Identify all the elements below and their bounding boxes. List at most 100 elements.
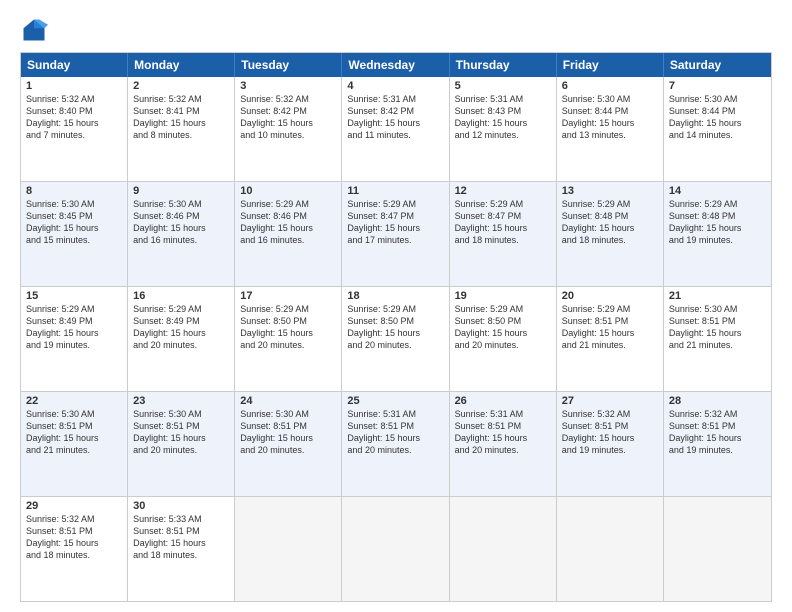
calendar-body: 1Sunrise: 5:32 AMSunset: 8:40 PMDaylight…	[21, 77, 771, 601]
logo	[20, 16, 52, 44]
day-cell-25: 25Sunrise: 5:31 AMSunset: 8:51 PMDayligh…	[342, 392, 449, 496]
day-number: 14	[669, 185, 766, 197]
day-cell-2: 2Sunrise: 5:32 AMSunset: 8:41 PMDaylight…	[128, 77, 235, 181]
day-details: Sunrise: 5:29 AMSunset: 8:46 PMDaylight:…	[240, 198, 336, 247]
day-details: Sunrise: 5:29 AMSunset: 8:47 PMDaylight:…	[455, 198, 551, 247]
day-cell-13: 13Sunrise: 5:29 AMSunset: 8:48 PMDayligh…	[557, 182, 664, 286]
day-cell-15: 15Sunrise: 5:29 AMSunset: 8:49 PMDayligh…	[21, 287, 128, 391]
day-cell-16: 16Sunrise: 5:29 AMSunset: 8:49 PMDayligh…	[128, 287, 235, 391]
day-details: Sunrise: 5:32 AMSunset: 8:51 PMDaylight:…	[669, 408, 766, 457]
day-details: Sunrise: 5:30 AMSunset: 8:44 PMDaylight:…	[669, 93, 766, 142]
day-details: Sunrise: 5:30 AMSunset: 8:51 PMDaylight:…	[669, 303, 766, 352]
day-cell-17: 17Sunrise: 5:29 AMSunset: 8:50 PMDayligh…	[235, 287, 342, 391]
calendar-row-1: 8Sunrise: 5:30 AMSunset: 8:45 PMDaylight…	[21, 181, 771, 286]
day-details: Sunrise: 5:31 AMSunset: 8:51 PMDaylight:…	[455, 408, 551, 457]
day-details: Sunrise: 5:31 AMSunset: 8:42 PMDaylight:…	[347, 93, 443, 142]
day-details: Sunrise: 5:33 AMSunset: 8:51 PMDaylight:…	[133, 513, 229, 562]
day-cell-14: 14Sunrise: 5:29 AMSunset: 8:48 PMDayligh…	[664, 182, 771, 286]
calendar-row-0: 1Sunrise: 5:32 AMSunset: 8:40 PMDaylight…	[21, 77, 771, 181]
header-day-friday: Friday	[557, 53, 664, 77]
day-cell-20: 20Sunrise: 5:29 AMSunset: 8:51 PMDayligh…	[557, 287, 664, 391]
day-number: 24	[240, 395, 336, 407]
day-cell-8: 8Sunrise: 5:30 AMSunset: 8:45 PMDaylight…	[21, 182, 128, 286]
logo-icon	[20, 16, 48, 44]
day-details: Sunrise: 5:29 AMSunset: 8:48 PMDaylight:…	[669, 198, 766, 247]
day-details: Sunrise: 5:32 AMSunset: 8:40 PMDaylight:…	[26, 93, 122, 142]
day-number: 8	[26, 185, 122, 197]
day-number: 7	[669, 80, 766, 92]
day-details: Sunrise: 5:32 AMSunset: 8:41 PMDaylight:…	[133, 93, 229, 142]
day-number: 18	[347, 290, 443, 302]
day-cell-23: 23Sunrise: 5:30 AMSunset: 8:51 PMDayligh…	[128, 392, 235, 496]
day-details: Sunrise: 5:29 AMSunset: 8:50 PMDaylight:…	[347, 303, 443, 352]
header-day-tuesday: Tuesday	[235, 53, 342, 77]
empty-cell	[450, 497, 557, 601]
calendar-row-3: 22Sunrise: 5:30 AMSunset: 8:51 PMDayligh…	[21, 391, 771, 496]
day-details: Sunrise: 5:29 AMSunset: 8:51 PMDaylight:…	[562, 303, 658, 352]
day-cell-9: 9Sunrise: 5:30 AMSunset: 8:46 PMDaylight…	[128, 182, 235, 286]
day-number: 10	[240, 185, 336, 197]
header-day-thursday: Thursday	[450, 53, 557, 77]
day-number: 1	[26, 80, 122, 92]
day-number: 17	[240, 290, 336, 302]
page-header	[20, 16, 772, 44]
day-number: 15	[26, 290, 122, 302]
day-cell-1: 1Sunrise: 5:32 AMSunset: 8:40 PMDaylight…	[21, 77, 128, 181]
day-details: Sunrise: 5:31 AMSunset: 8:43 PMDaylight:…	[455, 93, 551, 142]
day-details: Sunrise: 5:32 AMSunset: 8:42 PMDaylight:…	[240, 93, 336, 142]
day-number: 25	[347, 395, 443, 407]
day-cell-24: 24Sunrise: 5:30 AMSunset: 8:51 PMDayligh…	[235, 392, 342, 496]
day-number: 28	[669, 395, 766, 407]
day-number: 12	[455, 185, 551, 197]
header-day-saturday: Saturday	[664, 53, 771, 77]
day-number: 20	[562, 290, 658, 302]
day-cell-12: 12Sunrise: 5:29 AMSunset: 8:47 PMDayligh…	[450, 182, 557, 286]
day-details: Sunrise: 5:30 AMSunset: 8:44 PMDaylight:…	[562, 93, 658, 142]
day-details: Sunrise: 5:30 AMSunset: 8:51 PMDaylight:…	[133, 408, 229, 457]
day-number: 30	[133, 500, 229, 512]
day-cell-5: 5Sunrise: 5:31 AMSunset: 8:43 PMDaylight…	[450, 77, 557, 181]
day-number: 22	[26, 395, 122, 407]
day-cell-29: 29Sunrise: 5:32 AMSunset: 8:51 PMDayligh…	[21, 497, 128, 601]
empty-cell	[664, 497, 771, 601]
header-day-wednesday: Wednesday	[342, 53, 449, 77]
day-number: 29	[26, 500, 122, 512]
day-number: 5	[455, 80, 551, 92]
day-number: 19	[455, 290, 551, 302]
day-number: 3	[240, 80, 336, 92]
day-cell-21: 21Sunrise: 5:30 AMSunset: 8:51 PMDayligh…	[664, 287, 771, 391]
day-details: Sunrise: 5:30 AMSunset: 8:51 PMDaylight:…	[240, 408, 336, 457]
day-number: 11	[347, 185, 443, 197]
day-number: 26	[455, 395, 551, 407]
day-number: 4	[347, 80, 443, 92]
day-cell-4: 4Sunrise: 5:31 AMSunset: 8:42 PMDaylight…	[342, 77, 449, 181]
day-cell-6: 6Sunrise: 5:30 AMSunset: 8:44 PMDaylight…	[557, 77, 664, 181]
page: SundayMondayTuesdayWednesdayThursdayFrid…	[0, 0, 792, 612]
day-cell-18: 18Sunrise: 5:29 AMSunset: 8:50 PMDayligh…	[342, 287, 449, 391]
day-details: Sunrise: 5:30 AMSunset: 8:51 PMDaylight:…	[26, 408, 122, 457]
day-details: Sunrise: 5:29 AMSunset: 8:49 PMDaylight:…	[133, 303, 229, 352]
day-details: Sunrise: 5:30 AMSunset: 8:45 PMDaylight:…	[26, 198, 122, 247]
day-cell-26: 26Sunrise: 5:31 AMSunset: 8:51 PMDayligh…	[450, 392, 557, 496]
calendar-header: SundayMondayTuesdayWednesdayThursdayFrid…	[21, 53, 771, 77]
day-number: 9	[133, 185, 229, 197]
header-day-sunday: Sunday	[21, 53, 128, 77]
empty-cell	[235, 497, 342, 601]
empty-cell	[342, 497, 449, 601]
day-details: Sunrise: 5:29 AMSunset: 8:49 PMDaylight:…	[26, 303, 122, 352]
day-details: Sunrise: 5:29 AMSunset: 8:48 PMDaylight:…	[562, 198, 658, 247]
day-cell-10: 10Sunrise: 5:29 AMSunset: 8:46 PMDayligh…	[235, 182, 342, 286]
day-cell-3: 3Sunrise: 5:32 AMSunset: 8:42 PMDaylight…	[235, 77, 342, 181]
day-cell-19: 19Sunrise: 5:29 AMSunset: 8:50 PMDayligh…	[450, 287, 557, 391]
day-number: 13	[562, 185, 658, 197]
day-cell-27: 27Sunrise: 5:32 AMSunset: 8:51 PMDayligh…	[557, 392, 664, 496]
day-cell-22: 22Sunrise: 5:30 AMSunset: 8:51 PMDayligh…	[21, 392, 128, 496]
day-details: Sunrise: 5:29 AMSunset: 8:50 PMDaylight:…	[455, 303, 551, 352]
header-day-monday: Monday	[128, 53, 235, 77]
day-number: 6	[562, 80, 658, 92]
day-cell-7: 7Sunrise: 5:30 AMSunset: 8:44 PMDaylight…	[664, 77, 771, 181]
day-number: 16	[133, 290, 229, 302]
calendar-row-2: 15Sunrise: 5:29 AMSunset: 8:49 PMDayligh…	[21, 286, 771, 391]
day-details: Sunrise: 5:29 AMSunset: 8:50 PMDaylight:…	[240, 303, 336, 352]
day-cell-30: 30Sunrise: 5:33 AMSunset: 8:51 PMDayligh…	[128, 497, 235, 601]
